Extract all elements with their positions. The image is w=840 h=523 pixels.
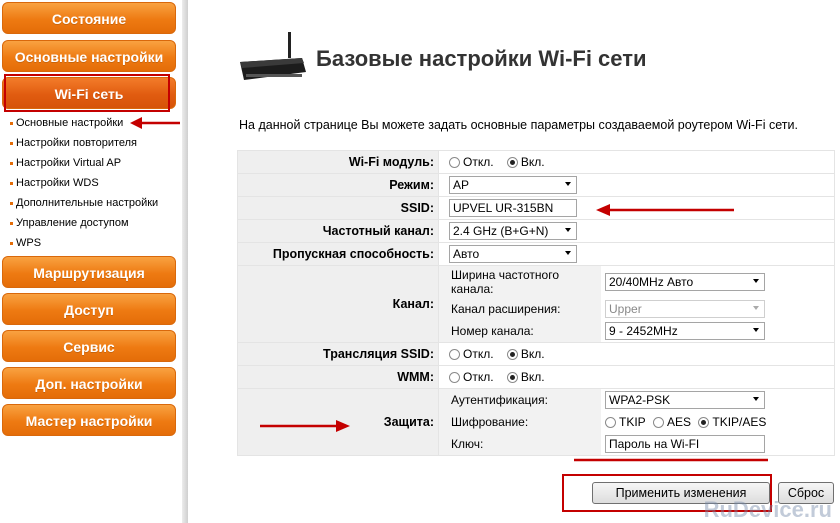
submenu-item-repeater[interactable]: Настройки повторителя	[10, 135, 158, 155]
chevron-down-icon	[753, 328, 759, 332]
label-band: Частотный канал:	[237, 219, 439, 243]
bullet-icon	[10, 241, 13, 245]
main-content: Базовые настройки Wi-Fi сети На данной с…	[194, 0, 840, 523]
reset-button[interactable]: Сброс	[778, 482, 834, 504]
label-channel-extension: Канал расширения:	[439, 298, 601, 320]
enc-aes-radio[interactable]	[653, 416, 665, 428]
label-security: Защита:	[237, 388, 439, 456]
label-bandwidth: Пропускная способность:	[237, 242, 439, 266]
menu-wifi-network[interactable]: Wi-Fi сеть	[2, 77, 176, 109]
row-security: Защита: Аутентификация: WPA2-PSK Шифрова…	[237, 388, 835, 456]
ssid-broadcast-on-radio[interactable]	[506, 348, 518, 360]
label-channel: Канал:	[237, 265, 439, 343]
row-mode: Режим: AP	[237, 173, 835, 197]
wifi-settings-form: Wi-Fi модуль: Откл. Вкл. Режим: AP SSID:…	[237, 150, 835, 456]
menu-routing[interactable]: Маршрутизация	[2, 256, 176, 288]
wifi-module-off-radio[interactable]	[449, 156, 460, 168]
row-band: Частотный канал: 2.4 GHz (B+G+N)	[237, 219, 835, 243]
channel-width-select[interactable]: 20/40MHz Авто	[605, 273, 765, 291]
menu-service[interactable]: Сервис	[2, 330, 176, 362]
wifi-submenu: Основные настройки Настройки повторителя…	[10, 115, 158, 255]
wmm-off-radio[interactable]	[449, 371, 460, 383]
router-icon	[240, 32, 306, 80]
channel-extension-select[interactable]: Upper	[605, 300, 765, 318]
label-ssid-broadcast: Трансляция SSID:	[237, 342, 439, 366]
ssid-input[interactable]: UPVEL UR-315BN	[449, 199, 577, 217]
chevron-down-icon	[753, 306, 759, 310]
submenu-item-basic[interactable]: Основные настройки	[10, 115, 158, 135]
row-wifi-module: Wi-Fi модуль: Откл. Вкл.	[237, 150, 835, 174]
key-underline	[574, 458, 768, 462]
menu-extra-settings[interactable]: Доп. настройки	[2, 367, 176, 399]
label-wifi-module: Wi-Fi модуль:	[237, 150, 439, 174]
row-ssid-broadcast: Трансляция SSID: Откл. Вкл.	[237, 342, 835, 366]
chevron-down-icon	[565, 182, 571, 186]
row-ssid: SSID: UPVEL UR-315BN	[237, 196, 835, 220]
enc-tkip-radio[interactable]	[605, 416, 616, 428]
chevron-down-icon	[565, 228, 571, 232]
key-input[interactable]: Пароль на Wi-FI	[605, 435, 765, 453]
label-auth: Аутентификация:	[439, 389, 601, 411]
label-mode: Режим:	[237, 173, 439, 197]
menu-setup-wizard[interactable]: Мастер настройки	[2, 404, 176, 436]
bullet-icon	[10, 121, 13, 125]
label-wmm: WMM:	[237, 365, 439, 389]
menu-basic-settings[interactable]: Основные настройки	[2, 40, 176, 72]
label-channel-number: Номер канала:	[439, 320, 601, 342]
page-description: На данной странице Вы можете задать осно…	[239, 118, 798, 132]
bandwidth-select[interactable]: Авто	[449, 245, 577, 263]
label-channel-width: Ширина частотного канала:	[439, 266, 601, 298]
page-title: Базовые настройки Wi-Fi сети	[316, 46, 647, 71]
wmm-on-radio[interactable]	[506, 371, 518, 383]
sidebar: Состояние Основные настройки Wi-Fi сеть …	[0, 0, 188, 523]
bullet-icon	[10, 161, 13, 165]
chevron-down-icon	[753, 397, 759, 401]
apply-button[interactable]: Применить изменения	[592, 482, 770, 504]
bullet-icon	[10, 181, 13, 185]
row-channel: Канал: Ширина частотного канала: 20/40MH…	[237, 265, 835, 343]
wifi-module-on-radio[interactable]	[506, 156, 518, 168]
submenu-item-wds[interactable]: Настройки WDS	[10, 175, 158, 195]
row-bandwidth: Пропускная способность: Авто	[237, 242, 835, 266]
label-key: Ключ:	[439, 433, 601, 455]
submenu-item-wps[interactable]: WPS	[10, 235, 158, 255]
submenu-item-advanced[interactable]: Дополнительные настройки	[10, 195, 158, 215]
bullet-icon	[10, 141, 13, 145]
auth-select[interactable]: WPA2-PSK	[605, 391, 765, 409]
bullet-icon	[10, 221, 13, 225]
label-encryption: Шифрование:	[439, 411, 601, 433]
channel-number-select[interactable]: 9 - 2452MHz	[605, 322, 765, 340]
submenu-item-access-control[interactable]: Управление доступом	[10, 215, 158, 235]
enc-tkip-aes-radio[interactable]	[698, 416, 710, 428]
row-wmm: WMM: Откл. Вкл.	[237, 365, 835, 389]
ssid-broadcast-off-radio[interactable]	[449, 348, 460, 360]
bullet-icon	[10, 201, 13, 205]
menu-status[interactable]: Состояние	[2, 2, 176, 34]
mode-select[interactable]: AP	[449, 176, 577, 194]
menu-access[interactable]: Доступ	[2, 293, 176, 325]
label-ssid: SSID:	[237, 196, 439, 220]
submenu-item-virtual-ap[interactable]: Настройки Virtual AP	[10, 155, 158, 175]
chevron-down-icon	[753, 279, 759, 283]
band-select[interactable]: 2.4 GHz (B+G+N)	[449, 222, 577, 240]
chevron-down-icon	[565, 251, 571, 255]
